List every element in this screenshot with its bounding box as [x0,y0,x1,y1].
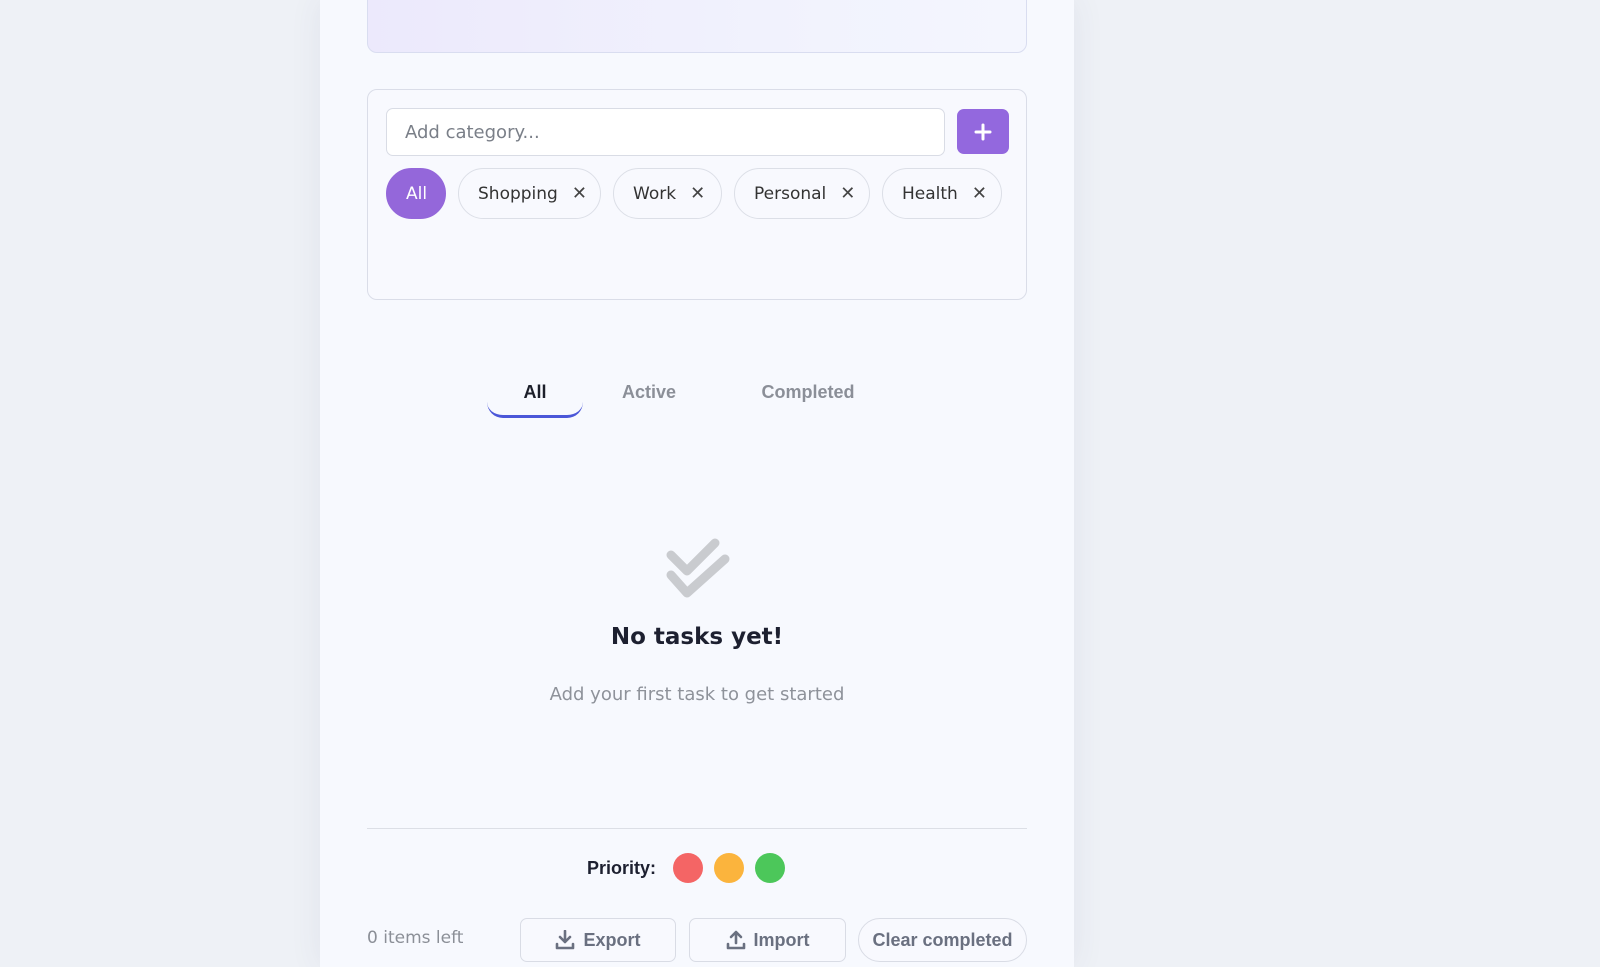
category-chips: All Shopping ✕ Work ✕ Personal ✕ Health … [386,168,1006,219]
tab-active[interactable]: Active [600,372,698,418]
category-chip-label: Shopping [478,183,558,204]
priority-legend: Priority: [587,853,796,883]
export-button[interactable]: Export [520,918,676,962]
priority-label: Priority: [587,857,657,878]
items-left-count: 0 items left [367,928,464,948]
category-chip-label: Personal [754,183,827,204]
category-panel: All Shopping ✕ Work ✕ Personal ✕ Health … [367,89,1027,300]
empty-state-title: No tasks yet! [610,624,784,650]
double-check-icon [666,538,730,598]
category-chip-personal[interactable]: Personal ✕ [734,168,870,219]
import-button[interactable]: Import [689,918,846,962]
export-label: Export [583,929,641,950]
download-icon [556,930,575,950]
tab-all[interactable]: All [487,372,583,418]
category-chip-label: Health [902,183,958,204]
remove-category-icon[interactable]: ✕ [840,184,855,203]
filter-tabs: All Active Completed [320,372,1074,420]
priority-high-dot[interactable] [673,853,704,883]
import-label: Import [753,929,810,950]
category-chip-work[interactable]: Work ✕ [613,168,722,219]
category-chip-health[interactable]: Health ✕ [882,168,1002,219]
category-chip-label: All [406,183,428,204]
plus-icon [974,123,992,140]
remove-category-icon[interactable]: ✕ [972,184,987,203]
priority-low-dot[interactable] [755,853,786,883]
todo-card: All Shopping ✕ Work ✕ Personal ✕ Health … [320,0,1074,967]
tab-completed[interactable]: Completed [745,372,871,418]
category-chip-shopping[interactable]: Shopping ✕ [458,168,601,219]
remove-category-icon[interactable]: ✕ [690,184,705,203]
category-chip-label: Work [633,183,677,204]
add-category-input[interactable] [386,108,945,156]
priority-medium-dot[interactable] [714,853,745,883]
add-category-button[interactable] [957,109,1009,154]
header-banner [367,0,1027,53]
footer-divider [367,828,1027,829]
category-chip-all[interactable]: All [386,168,446,219]
clear-completed-label: Clear completed [872,929,1013,950]
remove-category-icon[interactable]: ✕ [572,184,587,203]
upload-icon [726,930,745,950]
empty-state-subtitle: Add your first task to get started [549,684,845,705]
clear-completed-button[interactable]: Clear completed [858,918,1027,962]
